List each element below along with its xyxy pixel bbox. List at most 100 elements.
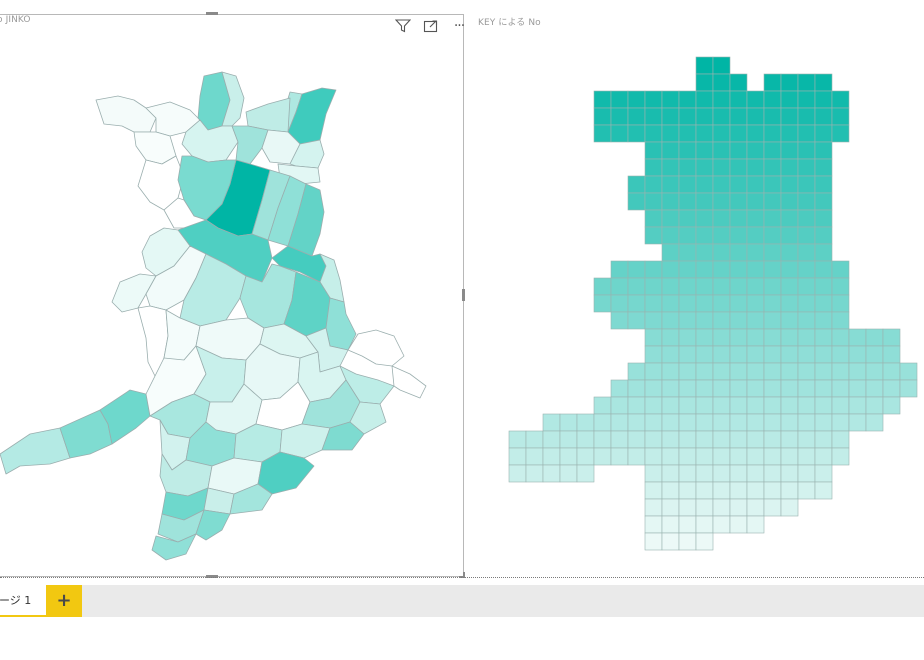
- map-region: [347, 329, 405, 367]
- grid-cell: [763, 430, 782, 449]
- grid-cell: [542, 464, 561, 483]
- grid-cell: [780, 209, 799, 228]
- grid-cell: [593, 90, 612, 109]
- map-region: [95, 95, 157, 133]
- grid-cell: [644, 379, 663, 398]
- grid-cell: [627, 311, 646, 330]
- grid-cell: [814, 107, 833, 126]
- grid-cell: [678, 532, 697, 551]
- grid-cell: [695, 396, 714, 415]
- grid-cell: [729, 515, 748, 534]
- grid-cell: [559, 430, 578, 449]
- grid-cell: [678, 209, 697, 228]
- grid-cell: [831, 124, 850, 143]
- grid-cell: [712, 464, 731, 483]
- tab-page-1[interactable]: ページ 1: [0, 585, 46, 617]
- grid-cell: [644, 226, 663, 245]
- grid-cell: [661, 277, 680, 296]
- grid-cell: [576, 413, 595, 432]
- grid-cell: [780, 464, 799, 483]
- grid-cell: [678, 124, 697, 143]
- grid-cell: [797, 464, 816, 483]
- grid-cell: [627, 277, 646, 296]
- grid-cell: [695, 73, 714, 92]
- grid-cell: [712, 243, 731, 262]
- plus-icon: +: [56, 590, 72, 611]
- grid-cell: [780, 311, 799, 330]
- grid-cell: [780, 107, 799, 126]
- grid-cell: [695, 243, 714, 262]
- grid-cell: [610, 90, 629, 109]
- grid-cell: [661, 532, 680, 551]
- grid-cell: [712, 515, 731, 534]
- grid-cell: [746, 226, 765, 245]
- grid-cell: [678, 141, 697, 160]
- grid-cell: [712, 141, 731, 160]
- grid-cell: [780, 447, 799, 466]
- grid-cell: [559, 447, 578, 466]
- grid-cell: [814, 277, 833, 296]
- grid-cell: [814, 464, 833, 483]
- grid-cell: [763, 73, 782, 92]
- grid-cell: [695, 175, 714, 194]
- grid-cell: [780, 175, 799, 194]
- grid-cell: [746, 447, 765, 466]
- grid-cell: [712, 294, 731, 313]
- grid-cell: [780, 328, 799, 347]
- grid-cell: [661, 379, 680, 398]
- grid-cell: [729, 294, 748, 313]
- grid-cell: [644, 362, 663, 381]
- grid-cell: [763, 447, 782, 466]
- grid-cell: [644, 413, 663, 432]
- grid-cell: [763, 277, 782, 296]
- grid-cell: [763, 379, 782, 398]
- grid-cell: [814, 362, 833, 381]
- grid-cell: [746, 430, 765, 449]
- grid-cell: [525, 447, 544, 466]
- grid-cell: [644, 515, 663, 534]
- grid-cell: [627, 294, 646, 313]
- grid-cell: [661, 226, 680, 245]
- grid-cell: [678, 379, 697, 398]
- grid-cell: [627, 447, 646, 466]
- grid-cell: [661, 158, 680, 177]
- grid-cell: [831, 277, 850, 296]
- grid-cell: [797, 294, 816, 313]
- grid-cell: [797, 107, 816, 126]
- grid-cell: [882, 328, 901, 347]
- grid-cell: [831, 328, 850, 347]
- grid-cell: [525, 430, 544, 449]
- grid-cell: [610, 430, 629, 449]
- grid-cell: [763, 192, 782, 211]
- grid-cell: [644, 311, 663, 330]
- grid-cell: [712, 362, 731, 381]
- grid-cell: [797, 73, 816, 92]
- grid-cell: [695, 192, 714, 211]
- grid-cell: [593, 107, 612, 126]
- grid-cell: [882, 345, 901, 364]
- grid-cell: [644, 209, 663, 228]
- grid-cell: [729, 430, 748, 449]
- grid-cell: [695, 311, 714, 330]
- grid-cell: [712, 209, 731, 228]
- grid-cell: [610, 447, 629, 466]
- grid-cell: [593, 413, 612, 432]
- grid-cell: [746, 311, 765, 330]
- resize-handle-right[interactable]: [462, 289, 465, 301]
- grid-cell: [678, 464, 697, 483]
- grid-cell: [814, 328, 833, 347]
- grid-cell: [508, 464, 527, 483]
- tile-grid-map: [508, 56, 918, 551]
- grid-cell: [831, 396, 850, 415]
- grid-cell: [661, 209, 680, 228]
- grid-cell: [780, 481, 799, 500]
- grid-cell: [746, 158, 765, 177]
- grid-cell: [610, 379, 629, 398]
- grid-cell: [746, 243, 765, 262]
- add-page-button[interactable]: +: [46, 585, 82, 617]
- grid-cell: [695, 498, 714, 517]
- grid-cell: [576, 430, 595, 449]
- grid-cell: [712, 260, 731, 279]
- grid-cell: [780, 141, 799, 160]
- grid-cell: [729, 481, 748, 500]
